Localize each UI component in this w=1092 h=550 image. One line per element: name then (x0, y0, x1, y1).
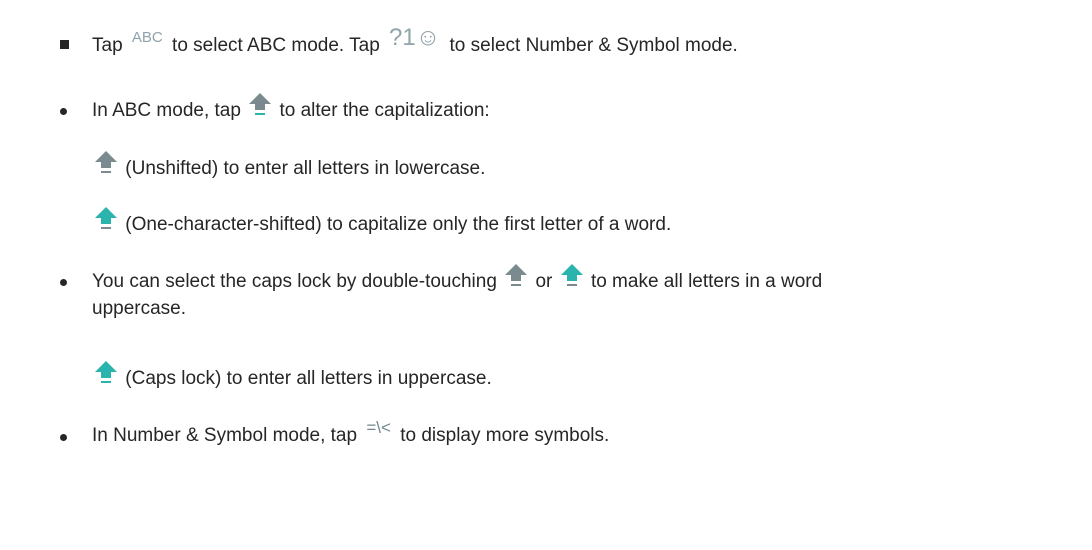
unshifted-text: (Unshifted) to enter all letters in lowe… (125, 158, 486, 180)
one-char-shifted-line: (One-character-shifted) to capitalize on… (92, 207, 672, 238)
shift-teal-icon (560, 263, 584, 289)
shift-one-char-icon (94, 206, 118, 232)
shift-gray-icon (248, 92, 272, 118)
round-bullet (60, 434, 67, 441)
number-mode-prefix: In Number & Symbol mode, tap (92, 425, 358, 446)
round-bullet (60, 279, 67, 286)
one-char-shifted-text: (One-character-shifted) to capitalize on… (125, 214, 672, 236)
more-symbols-key-icon: =\< (366, 418, 391, 437)
caps-lock-line: (Caps lock) to enter all letters in uppe… (92, 361, 492, 392)
number-mode-line: In Number & Symbol mode, tap =\< to disp… (92, 418, 610, 448)
shift-unshifted-icon (94, 150, 118, 176)
caps-prefix: You can select the caps lock by double-t… (92, 271, 497, 293)
caps-suffix: to make all letters in a word (590, 271, 823, 293)
caps-or: or (535, 271, 553, 293)
abc-mode-line: Tap ABC to select ABC mode. Tap ?1☺ to s… (92, 26, 738, 59)
symbol-mode-text: to select Number & Symbol mode. (449, 35, 738, 56)
abc-mode-suffix: to alter the capitalization: (279, 100, 490, 122)
symbol-key-icon: ?1☺ (389, 24, 441, 51)
shift-caps-lock-icon (94, 360, 118, 386)
abc-capitalization-line: In ABC mode, tap to alter the capitaliza… (92, 93, 490, 124)
caps-lock-text: (Caps lock) to enter all letters in uppe… (125, 368, 492, 390)
number-mode-suffix: to display more symbols. (400, 425, 610, 446)
abc-mode-prefix: In ABC mode, tap (92, 100, 241, 122)
caps-suffix-2: uppercase. (92, 298, 187, 319)
unshifted-line: (Unshifted) to enter all letters in lowe… (92, 151, 486, 182)
caps-lock-select-line-2: uppercase. (92, 297, 186, 321)
abc-key-icon: ABC (131, 29, 163, 46)
square-bullet (60, 40, 69, 49)
round-bullet (60, 108, 67, 115)
caps-lock-select-line: You can select the caps lock by double-t… (92, 264, 823, 295)
shift-gray-icon (504, 263, 528, 289)
abc-mode-text: to select ABC mode. Tap (172, 35, 380, 56)
tap-label: Tap (92, 35, 123, 56)
